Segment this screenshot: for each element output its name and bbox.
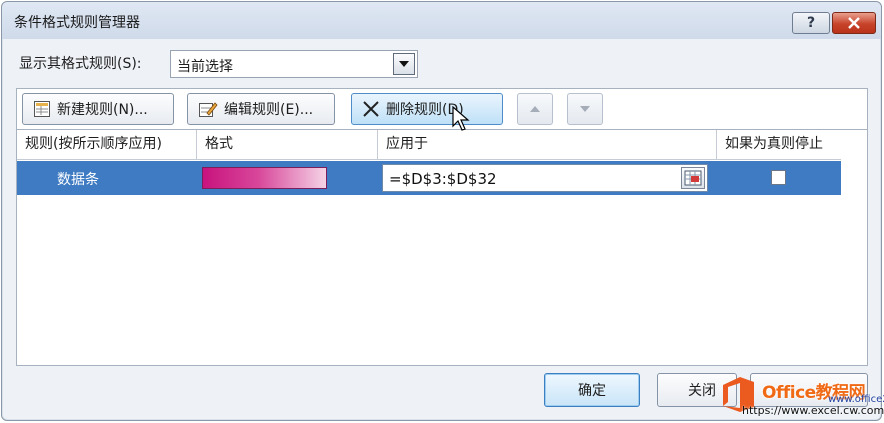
column-header-rule[interactable]: 规则(按所示顺序应用) — [17, 130, 197, 159]
arrow-down-icon — [580, 106, 590, 112]
help-button[interactable]: ? — [792, 12, 830, 34]
edit-rule-icon — [199, 102, 218, 117]
move-up-button[interactable] — [517, 93, 553, 125]
ok-button[interactable]: 确定 — [544, 373, 640, 407]
rules-toolbar: 新建规则(N)... 编辑规则(E)... 删除规则(D) — [16, 88, 868, 130]
title-bar: 条件格式规则管理器 ? — [2, 2, 881, 39]
table-row[interactable]: 数据条 =$D$3:$D$32 — [17, 161, 841, 195]
chevron-down-icon — [399, 61, 409, 67]
edit-rule-label: 编辑规则(E)... — [224, 102, 314, 118]
close-window-button[interactable] — [832, 12, 876, 34]
header-divider — [17, 159, 841, 160]
delete-rule-button[interactable]: 删除规则(D) — [351, 93, 503, 125]
move-down-button[interactable] — [567, 93, 603, 125]
applies-to-input[interactable]: =$D$3:$D$32 — [382, 164, 708, 192]
watermark: Office教程网 www.office26.com https://www.e… — [718, 372, 884, 420]
watermark-url: https://www.excel.cw.com — [742, 404, 884, 417]
column-header-applies-to[interactable]: 应用于 — [378, 130, 717, 159]
ok-label: 确定 — [578, 383, 606, 399]
range-picker-button[interactable] — [681, 167, 705, 189]
applies-to-value: =$D$3:$D$32 — [389, 170, 497, 188]
dropdown-button[interactable] — [393, 53, 415, 75]
mouse-cursor-icon — [452, 106, 470, 131]
conditional-format-rules-dialog: 条件格式规则管理器 ? 显示其格式规则(S): 当前选择 新建规则(N)... — [1, 1, 882, 421]
show-rules-select[interactable]: 当前选择 — [170, 50, 418, 78]
new-rule-button[interactable]: 新建规则(N)... — [22, 93, 174, 125]
rule-name-cell: 数据条 — [57, 172, 99, 188]
databar-format-preview — [202, 167, 327, 189]
stop-if-true-checkbox[interactable] — [771, 170, 786, 185]
new-rule-label: 新建规则(N)... — [57, 102, 148, 118]
arrow-up-icon — [530, 106, 540, 112]
dialog-title: 条件格式规则管理器 — [14, 15, 140, 31]
show-rules-value: 当前选择 — [177, 59, 233, 75]
show-rules-label: 显示其格式规则(S): — [19, 56, 142, 72]
new-rule-icon — [34, 101, 50, 117]
rules-grid: 规则(按所示顺序应用) 格式 应用于 如果为真则停止 数据条 =$D$3:$D$… — [16, 130, 868, 366]
column-header-format[interactable]: 格式 — [197, 130, 378, 159]
range-select-icon — [684, 170, 702, 186]
delete-x-icon — [363, 101, 379, 117]
close-label: 关闭 — [688, 383, 716, 399]
edit-rule-button[interactable]: 编辑规则(E)... — [187, 93, 335, 125]
help-icon: ? — [806, 15, 816, 31]
close-icon — [848, 17, 860, 29]
column-header-stop-if-true[interactable]: 如果为真则停止 — [717, 130, 841, 159]
